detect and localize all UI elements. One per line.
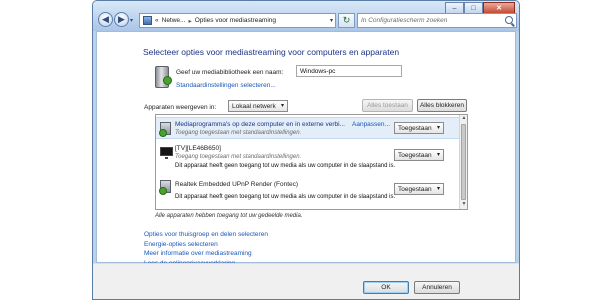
ok-button[interactable]: OK bbox=[363, 281, 409, 294]
chevron-down-icon[interactable]: ▾ bbox=[330, 17, 333, 24]
default-settings-link[interactable]: Standaardinstellingen selecteren... bbox=[176, 82, 276, 89]
search-input[interactable]: In Configuratiescherm zoeken bbox=[357, 13, 517, 28]
device-sleep-warning: Dit apparaat heeft geen toegang tot uw m… bbox=[175, 163, 396, 169]
network-select[interactable]: Lokaal netwerk ▾ bbox=[228, 100, 288, 112]
scroll-thumb[interactable] bbox=[461, 124, 466, 200]
media-renderer-icon bbox=[159, 180, 171, 195]
dialog-footer: OK Annuleren bbox=[93, 263, 519, 299]
chevron-down-icon: ▾ bbox=[436, 125, 440, 131]
refresh-icon: ↻ bbox=[342, 15, 351, 25]
chevron-down-icon: ▾ bbox=[436, 152, 440, 158]
back-arrow-icon: ◀ bbox=[102, 14, 109, 24]
recent-pages-dropdown-icon[interactable]: ▾ bbox=[130, 17, 133, 24]
tv-icon bbox=[160, 147, 173, 159]
library-name-field[interactable] bbox=[296, 65, 402, 77]
breadcrumb-network[interactable]: Netwe... bbox=[162, 17, 186, 24]
chevron-down-icon: ▾ bbox=[280, 103, 284, 109]
device-permission-select[interactable]: Toegestaan ▾ bbox=[394, 122, 444, 134]
device-status-text: Toegang toegestaan met standaardinstelli… bbox=[175, 130, 302, 136]
library-name-label: Geef uw mediabibliotheek een naam: bbox=[176, 69, 284, 76]
list-item[interactable]: [TV][LE46B650] Toegang toegestaan met st… bbox=[156, 141, 460, 173]
search-placeholder: In Configuratiescherm zoeken bbox=[361, 17, 448, 24]
access-note: Alle apparaten hebben toegang tot uw ged… bbox=[155, 213, 303, 219]
breadcrumb-separator[interactable]: ▸ bbox=[188, 17, 191, 25]
device-permission-value: Toegestaan bbox=[398, 186, 432, 193]
device-sleep-warning: Dit apparaat heeft geen toegang tot uw m… bbox=[175, 194, 396, 200]
block-all-button[interactable]: Alles blokkeren bbox=[417, 99, 467, 112]
list-item[interactable]: Realtek Embedded UPnP Render (Fontec) Di… bbox=[156, 175, 460, 207]
chevron-down-icon: ▾ bbox=[436, 186, 440, 192]
breadcrumb-media-streaming[interactable]: Opties voor mediastreaming bbox=[195, 17, 276, 24]
scroll-down-icon[interactable]: ▼ bbox=[460, 201, 467, 209]
scroll-up-icon[interactable]: ▲ bbox=[460, 115, 467, 123]
control-panel-icon bbox=[143, 16, 152, 25]
show-devices-label: Apparaten weergeven in: bbox=[144, 104, 217, 111]
forward-arrow-icon: ▶ bbox=[118, 14, 125, 24]
search-icon[interactable] bbox=[505, 16, 513, 24]
address-bar[interactable]: « Netwe... ▸ Opties voor mediastreaming … bbox=[139, 13, 336, 28]
homegroup-options-link[interactable]: Opties voor thuisgroep en delen selecter… bbox=[144, 230, 268, 240]
device-list: Mediaprogramma's op deze computer en in … bbox=[155, 114, 468, 210]
refresh-button[interactable]: ↻ bbox=[338, 13, 355, 28]
customize-link[interactable]: Aanpassen... bbox=[352, 121, 390, 128]
back-button[interactable]: ◀ bbox=[98, 12, 113, 27]
device-permission-select[interactable]: Toegestaan ▾ bbox=[394, 149, 444, 161]
list-item[interactable]: Mediaprogramma's op deze computer en in … bbox=[156, 117, 460, 139]
breadcrumb-prefix[interactable]: « bbox=[155, 17, 159, 24]
page-title: Selecteer opties voor mediastreaming voo… bbox=[143, 47, 400, 57]
allow-all-button[interactable]: Alles toestaan bbox=[362, 99, 413, 112]
media-library-icon bbox=[155, 66, 172, 88]
title-bar: – □ ✕ ◀ ▶ ▾ « Netwe... ▸ Opties voor med… bbox=[93, 1, 519, 31]
media-pc-icon bbox=[159, 122, 171, 137]
device-name: Mediaprogramma's op deze computer en in … bbox=[175, 121, 345, 128]
device-list-scrollbar[interactable]: ▲ ▼ bbox=[459, 115, 467, 209]
control-panel-window: – □ ✕ ◀ ▶ ▾ « Netwe... ▸ Opties voor med… bbox=[92, 0, 520, 300]
network-select-value: Lokaal netwerk bbox=[232, 103, 276, 110]
device-permission-value: Toegestaan bbox=[398, 125, 432, 132]
forward-button[interactable]: ▶ bbox=[114, 12, 129, 27]
device-permission-value: Toegestaan bbox=[398, 152, 432, 159]
power-options-link[interactable]: Energie-opties selecteren bbox=[144, 240, 268, 250]
main-content: Selecteer opties voor mediastreaming voo… bbox=[96, 31, 516, 267]
device-permission-select[interactable]: Toegestaan ▾ bbox=[394, 183, 444, 195]
more-info-link[interactable]: Meer informatie over mediastreaming bbox=[144, 249, 268, 259]
device-name: [TV][LE46B650] bbox=[175, 145, 221, 152]
cancel-button[interactable]: Annuleren bbox=[414, 281, 460, 294]
device-status-text: Toegang toegestaan met standaardinstelli… bbox=[175, 154, 302, 160]
device-name: Realtek Embedded UPnP Render (Fontec) bbox=[175, 181, 299, 188]
